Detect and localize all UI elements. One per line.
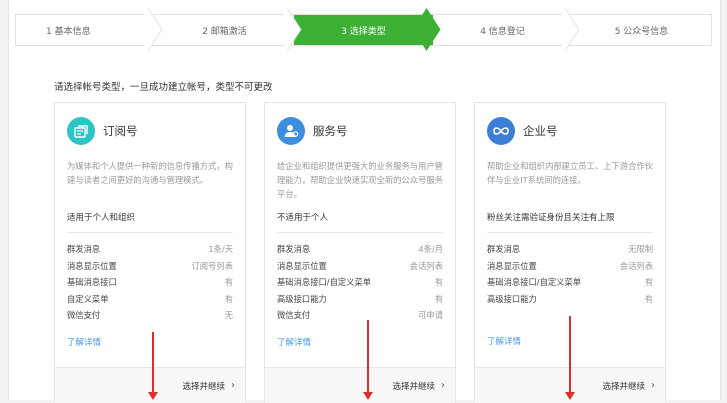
card-title: 企业号 xyxy=(523,124,558,138)
feature-row: 基础消息接口/自定义菜单有 xyxy=(277,277,443,287)
feature-row: 微信支付 可申请 xyxy=(277,310,443,320)
card-title: 订阅号 xyxy=(103,124,138,138)
card-service: 服务号 给企业和组织提供更强大的业务服务与用户管理能力，帮助企业快速实现全新的公… xyxy=(264,102,456,403)
learn-more-link[interactable]: 了解详情 xyxy=(265,336,311,348)
red-arrow-annotation xyxy=(565,316,575,400)
feature-list: 群发消息 无限制 消息显示位置 会话列表 基础消息接口/自定义菜单有 高级接口能力有 xyxy=(475,233,665,307)
feature-list: 群发消息 1条/天 消息显示位置 订阅号列表 基础消息接口有 自定义菜单有 微信支付… xyxy=(55,233,245,324)
card-header: 企业号 xyxy=(475,103,665,159)
feature-row: 基础消息接口有 xyxy=(67,277,233,287)
step-2: 2 邮箱激活 xyxy=(155,8,302,51)
feature-row: 微信支付无 xyxy=(67,310,233,320)
card-description: 为媒体和个人提供一种新的信息传播方式，构建与读者之间更好的沟通与管理模式。 xyxy=(67,161,233,185)
feature-row: 消息显示位置 订阅号列表 xyxy=(67,260,233,271)
feature-row: 消息显示位置 会话列表 xyxy=(277,260,443,271)
learn-more-link[interactable]: 了解详情 xyxy=(55,336,101,348)
card-subscription: 订阅号 为媒体和个人提供一种新的信息传播方式，构建与读者之间更好的沟通与管理模式… xyxy=(54,102,246,403)
card-title: 服务号 xyxy=(313,124,348,138)
step-3-active: 3 选择类型 xyxy=(294,8,441,51)
feature-row: 自定义菜单有 xyxy=(67,293,233,304)
card-description: 帮助企业和组织内部建立员工、上下游合作伙伴与企业IT系统间的连接。 xyxy=(487,161,653,185)
enterprise-icon xyxy=(487,117,515,145)
feature-row: 基础消息接口/自定义菜单有 xyxy=(487,277,653,287)
feature-row: 群发消息 无限制 xyxy=(487,244,653,254)
feature-row: 群发消息 1条/天 xyxy=(67,244,233,254)
card-scope: 适用于个人和组织 xyxy=(67,203,233,233)
learn-more-link[interactable]: 了解详情 xyxy=(475,335,521,347)
select-continue-label: 选择并继续 xyxy=(602,381,645,392)
red-arrow-annotation xyxy=(363,320,373,400)
card-header: 订阅号 xyxy=(55,103,245,159)
step-1: 1 基本信息 xyxy=(16,8,163,51)
feature-row: 消息显示位置 会话列表 xyxy=(487,260,653,271)
select-continue-label: 选择并继续 xyxy=(392,381,435,392)
feature-row: 群发消息 4条/月 xyxy=(277,244,443,254)
instruction-text: 请选择帐号类型，一旦成功建立帐号，类型不可更改 xyxy=(54,82,273,93)
subscription-icon xyxy=(67,117,95,145)
step-5: 5 公众号信息 xyxy=(572,15,711,45)
chevron-right-icon: › xyxy=(231,380,235,391)
chevron-right-icon: › xyxy=(651,380,655,391)
feature-row: 高级接口能力有 xyxy=(487,293,653,304)
red-arrow-annotation xyxy=(148,332,158,400)
card-description: 给企业和组织提供更强大的业务服务与用户管理能力，帮助企业快速实现全新的公众号服务… xyxy=(277,161,443,199)
feature-list: 群发消息 4条/月 消息显示位置 会话列表 基础消息接口/自定义菜单有 高级接口能力… xyxy=(265,233,455,324)
card-scope: 不适用于个人 xyxy=(277,203,443,233)
step-label: 5 公众号信息 xyxy=(614,26,669,37)
page: 1 基本信息 2 邮箱激活 3 选择类型 4 信息登记 5 公众号信息 请选择帐… xyxy=(8,0,721,403)
chevron-right-icon: › xyxy=(441,380,445,391)
service-icon xyxy=(277,117,305,145)
step-progress-bar: 1 基本信息 2 邮箱激活 3 选择类型 4 信息登记 5 公众号信息 xyxy=(15,8,712,51)
step-4: 4 信息登记 xyxy=(433,8,580,51)
feature-row: 高级接口能力有 xyxy=(277,293,443,304)
card-header: 服务号 xyxy=(265,103,455,159)
select-continue-label: 选择并继续 xyxy=(182,381,225,392)
card-scope: 粉丝关注需验证身份且关注有上限 xyxy=(487,203,653,233)
select-continue-button[interactable]: 选择并继续 › xyxy=(265,367,455,403)
